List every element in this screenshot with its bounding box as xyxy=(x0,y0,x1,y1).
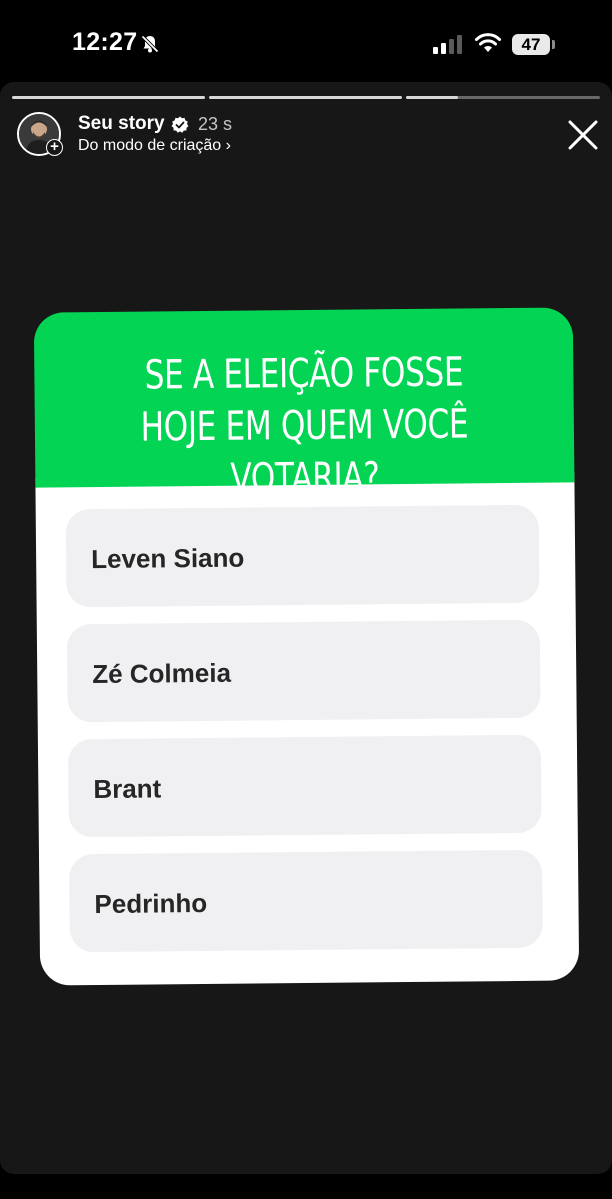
cellular-signal-icon xyxy=(433,35,462,54)
poll-question: SE A ELEIÇÃO FOSSE HOJE EM QUEM VOCÊ VOT… xyxy=(140,349,469,502)
bell-slash-icon xyxy=(141,35,159,53)
story-screen: 12:27 47 + Seu story 23 s Do modo de cri… xyxy=(0,0,612,1199)
story-progress-segment-3 xyxy=(406,96,600,99)
story-progress-fill xyxy=(406,96,458,99)
poll-option-1[interactable]: Leven Siano xyxy=(65,504,540,608)
poll-option-2[interactable]: Zé Colmeia xyxy=(66,619,541,723)
poll-option-4[interactable]: Pedrinho xyxy=(68,849,543,953)
poll-option-3[interactable]: Brant xyxy=(67,734,542,838)
story-timestamp: 23 s xyxy=(198,114,233,134)
story-title[interactable]: Seu story xyxy=(78,113,165,135)
status-time: 12:27 xyxy=(72,28,138,56)
creation-mode-link[interactable]: Do modo de criação › xyxy=(78,137,231,155)
poll-option-label: Pedrinho xyxy=(94,887,208,920)
close-icon[interactable] xyxy=(566,118,600,152)
add-story-plus-icon[interactable]: + xyxy=(46,139,63,156)
poll-option-label: Leven Siano xyxy=(91,542,245,575)
battery-tip xyxy=(552,40,555,49)
poll-sticker: Leven Siano Zé Colmeia Brant Pedrinho SE… xyxy=(33,307,580,986)
poll-option-label: Zé Colmeia xyxy=(92,657,232,690)
battery-indicator: 47 xyxy=(512,34,550,55)
status-bar: 12:27 47 xyxy=(0,0,612,82)
story-progress-segment-2 xyxy=(209,96,402,99)
poll-question-header: SE A ELEIÇÃO FOSSE HOJE EM QUEM VOCÊ VOT… xyxy=(33,307,575,502)
poll-options-panel: Leven Siano Zé Colmeia Brant Pedrinho xyxy=(35,472,580,986)
poll-option-label: Brant xyxy=(93,773,162,805)
verified-badge-icon xyxy=(171,116,189,133)
story-progress-segment-1 xyxy=(12,96,205,99)
wifi-icon xyxy=(475,33,501,52)
